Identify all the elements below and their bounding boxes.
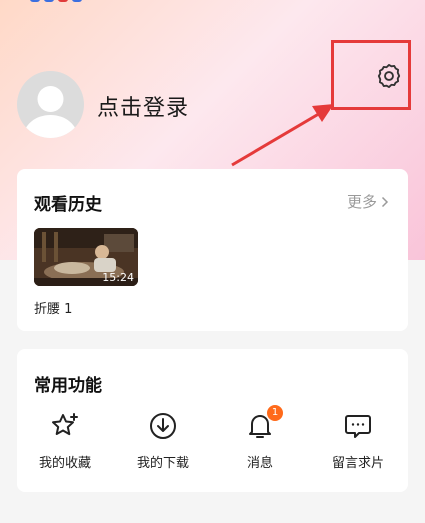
video-duration: 15:24 bbox=[102, 271, 134, 284]
download-icon bbox=[148, 411, 178, 441]
message-icon bbox=[343, 411, 373, 441]
downloads-button[interactable]: 我的下载 bbox=[118, 411, 208, 471]
watch-history-card: 观看历史 更多 15:24 折腰 1 bbox=[17, 169, 408, 331]
more-link[interactable]: 更多 bbox=[347, 191, 389, 212]
history-title: 观看历史 bbox=[34, 195, 102, 215]
notification-badge: 1 bbox=[267, 405, 283, 421]
messages-button[interactable]: 1 消息 bbox=[215, 405, 305, 471]
video-thumbnail[interactable]: 15:24 bbox=[34, 228, 138, 286]
more-label: 更多 bbox=[346, 193, 377, 211]
request-video-button[interactable]: 留言求片 bbox=[313, 411, 403, 471]
star-icon bbox=[50, 411, 80, 441]
common-functions-card: 常用功能 我的收藏 我的下载 1 消息 留言求片 bbox=[17, 349, 408, 492]
bell-icon: 1 bbox=[245, 405, 283, 441]
video-title[interactable]: 折腰 1 bbox=[34, 298, 72, 317]
favorites-button[interactable]: 我的收藏 bbox=[20, 411, 110, 471]
functions-title: 常用功能 bbox=[34, 376, 102, 396]
messages-label: 消息 bbox=[246, 456, 273, 471]
favorites-label: 我的收藏 bbox=[38, 456, 91, 471]
request-video-label: 留言求片 bbox=[331, 456, 384, 471]
downloads-label: 我的下载 bbox=[136, 456, 189, 471]
chevron-right-icon bbox=[381, 196, 389, 207]
